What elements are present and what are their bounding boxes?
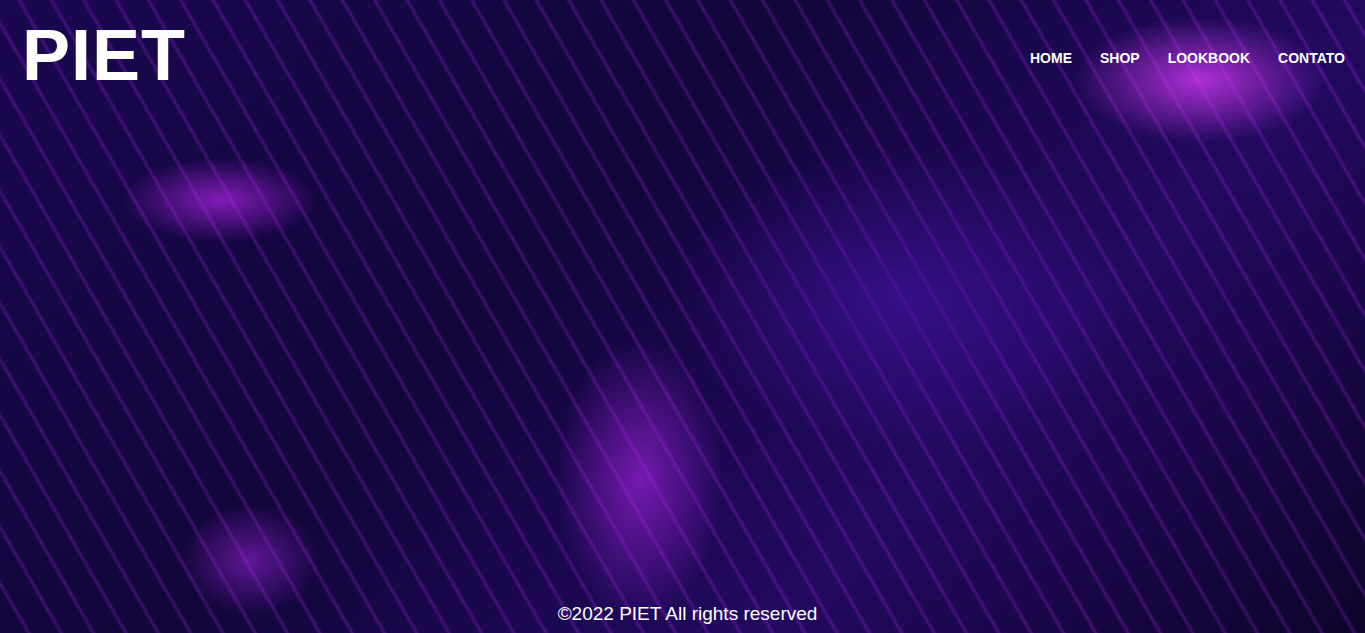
- logo[interactable]: PIET: [22, 18, 186, 94]
- site-footer: ©2022 PIET All rights reserved: [0, 603, 1365, 633]
- main-nav: HOME SHOP LOOKBOOK CONTATO: [1030, 42, 1345, 70]
- nav-item[interactable]: LOOKBOOK: [1168, 46, 1250, 70]
- nav-item[interactable]: SHOP: [1100, 46, 1140, 70]
- nav-item[interactable]: CONTATO: [1278, 46, 1345, 70]
- nav-item[interactable]: HOME: [1030, 46, 1072, 70]
- copyright-text: ©2022 PIET All rights reserved: [548, 603, 818, 625]
- page: PIET HOME SHOP LOOKBOOK CONTATO ©2022 PIET …: [0, 0, 1365, 633]
- site-header: PIET HOME SHOP LOOKBOOK CONTATO: [0, 0, 1365, 94]
- background-video: [0, 0, 1365, 633]
- hero: [0, 94, 1365, 603]
